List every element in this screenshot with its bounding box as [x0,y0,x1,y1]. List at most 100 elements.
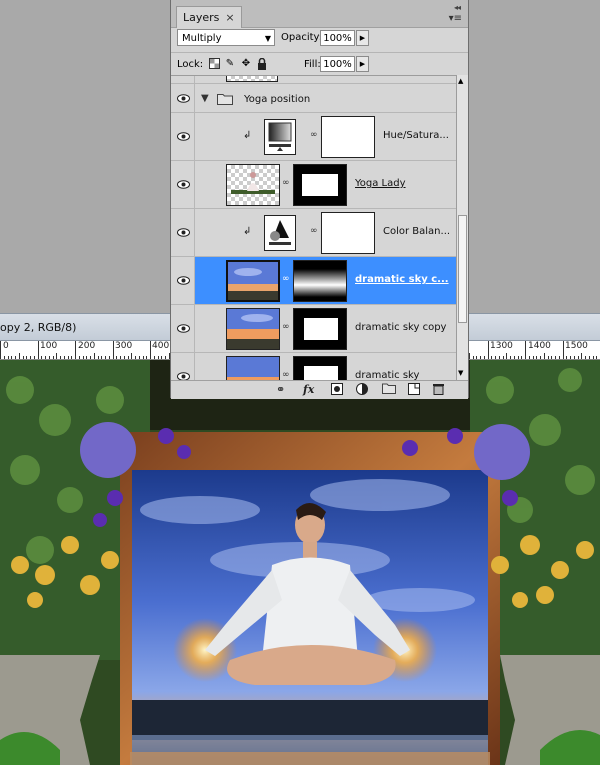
lock-position-icon[interactable]: ✥ [240,58,252,70]
scroll-up-arrow-icon[interactable]: ▲ [458,77,463,85]
layer-row-dramatic-sky-copy-2[interactable]: ∞ dramatic sky c... [171,257,456,305]
link-icon[interactable]: ∞ [310,130,318,140]
layer-thumbnail[interactable] [226,260,280,302]
new-layer-icon[interactable] [408,383,420,396]
panel-footer-toolbar: ⚭ fx [171,380,468,399]
ruler-label: 0 [3,341,9,351]
layer-thumbnail [226,76,278,82]
fill-input[interactable]: 100% [320,56,355,72]
layer-mask-thumbnail[interactable] [321,212,375,254]
ruler-label: 100 [40,341,58,351]
ruler-label: 1400 [528,341,551,351]
layer-row-color-balance[interactable]: ↲ ∞ Color Balan... [171,209,456,257]
layer-row-group[interactable]: ▼ Yoga position [171,84,456,113]
lock-transparent-pixels-icon[interactable] [208,58,220,70]
folder-icon [217,94,233,105]
visibility-cell[interactable] [171,113,195,160]
visibility-cell[interactable] [171,305,195,352]
color-balance-graphic [269,220,291,245]
visibility-cell[interactable] [171,76,195,83]
visibility-cell[interactable] [171,209,195,256]
sky-thumbnail-art [228,262,278,300]
layer-row-hue-saturation[interactable]: ↲ ∞ Hue/Satura... [171,113,456,161]
layer-name: Hue/Satura... [383,130,449,141]
link-icon[interactable]: ∞ [282,322,290,332]
clipping-arrow-icon: ↲ [243,130,252,141]
link-icon[interactable]: ∞ [282,178,290,188]
tab-layers[interactable]: Layers × [176,6,242,28]
layers-panel[interactable]: Layers × ◂◂ ▾≡ Multiply ▼ Opacity: 100% … [170,0,469,399]
layer-row-dramatic-sky[interactable]: ∞ dramatic sky [171,353,456,381]
checker-icon [208,58,220,69]
layer-row-yoga-lady[interactable]: ∞ Yoga Lady [171,161,456,209]
layer-mask-thumbnail[interactable] [293,164,347,206]
layer-mask-thumbnail[interactable] [321,116,375,158]
group-expand-triangle-icon[interactable]: ▼ [201,93,209,104]
ruler-label: 1300 [490,341,513,351]
layer-list-scrollbar[interactable]: ▲ ▼ [456,75,468,380]
link-icon[interactable]: ∞ [282,274,290,284]
fill-slider-arrow-icon[interactable]: ▶ [356,56,369,72]
layer-mask-thumbnail[interactable] [293,356,347,381]
panel-tab-bar: Layers × ◂◂ ▾≡ [171,0,468,28]
visibility-cell[interactable] [171,257,195,304]
layer-list[interactable]: ▼ Yoga position ↲ ∞ Hue/Satura... ∞ Yoga… [171,75,456,381]
blend-options-row: Multiply ▼ Opacity: 100% ▶ [171,28,468,50]
layer-mask-thumbnail[interactable] [293,308,347,350]
add-mask-icon[interactable] [331,383,343,396]
eye-icon[interactable] [177,180,190,189]
layer-thumbnail[interactable] [226,308,280,350]
link-icon[interactable]: ∞ [282,370,290,380]
lock-fill-row: Lock: ✎ ✥ Fill: 100% ▶ [171,52,468,75]
yoga-composite-artwork [0,360,600,765]
opacity-input[interactable]: 100% [320,30,355,46]
layer-mask-thumbnail[interactable] [293,260,347,302]
layer-name: dramatic sky c... [355,274,449,285]
layer-name: Yoga Lady [355,178,406,189]
layer-thumbnail[interactable] [226,356,280,381]
ruler-label: 200 [78,341,96,351]
mask-white-area [302,174,338,196]
link-layers-icon[interactable]: ⚭ [276,383,285,396]
lock-label: Lock: [177,59,204,70]
trash-icon[interactable] [433,383,444,396]
padlock-icon [258,57,266,70]
hue-saturation-adjustment-icon [264,119,296,155]
scroll-down-arrow-icon[interactable]: ▼ [458,369,463,377]
mask-white-area [304,318,338,340]
mask-icon [331,383,343,395]
panel-menu-icon[interactable]: ▾≡ [449,13,462,24]
lock-all-icon[interactable] [256,57,268,70]
scrollbar-thumb[interactable] [458,215,467,323]
group-folder-icon[interactable] [382,383,396,396]
lock-image-pixels-icon[interactable]: ✎ [224,58,236,70]
eye-icon[interactable] [177,94,190,103]
eye-icon[interactable] [177,276,190,285]
layer-row-partial[interactable] [171,76,456,84]
layer-row-dramatic-sky-copy[interactable]: ∞ dramatic sky copy [171,305,456,353]
yoga-lady-thumbnail-art [231,172,275,194]
folder-icon [382,383,396,394]
eye-icon[interactable] [177,324,190,333]
eye-icon[interactable] [177,132,190,141]
collapse-panel-icon[interactable]: ◂◂ [454,3,461,12]
ruler-label: 1500 [565,341,588,351]
trash-can-icon [433,384,444,395]
hue-saturation-graphic [268,122,292,151]
mask-white-area [304,366,338,381]
document-canvas[interactable] [0,360,600,765]
visibility-cell[interactable] [171,161,195,208]
visibility-cell[interactable] [171,353,195,381]
blend-mode-select[interactable]: Multiply ▼ [177,29,275,46]
adjustment-layer-icon[interactable] [356,383,368,396]
color-balance-adjustment-icon [264,215,296,251]
fx-icon[interactable]: fx [303,383,314,396]
link-icon[interactable]: ∞ [310,226,318,236]
close-icon[interactable]: × [225,11,234,24]
blend-mode-value: Multiply [182,33,222,44]
sky-thumbnail-art [227,309,279,349]
opacity-slider-arrow-icon[interactable]: ▶ [356,30,369,46]
eye-icon[interactable] [177,228,190,237]
layer-thumbnail[interactable] [226,164,280,206]
visibility-cell[interactable] [171,84,195,112]
